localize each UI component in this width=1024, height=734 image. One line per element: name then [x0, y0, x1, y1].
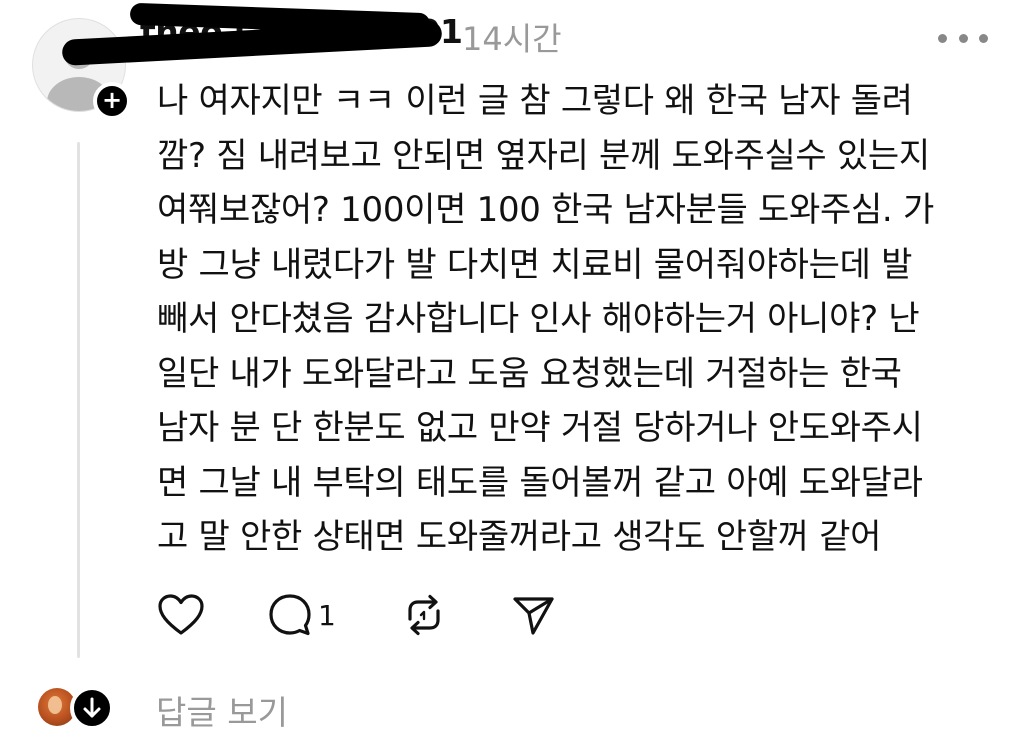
follow-button[interactable]: +: [93, 82, 131, 120]
post-text-line: 여쭤보잖어? 100이면 100 한국 남자분들 도와주심. 가: [157, 190, 934, 230]
thread-line: [77, 142, 80, 658]
plus-icon: +: [101, 86, 123, 114]
post-text-line: 방 그냥 내렸다가 발 다치면 치료비 물어줘야하는데 발: [157, 244, 913, 285]
post-timestamp: 14시간: [462, 20, 562, 58]
share-button[interactable]: [512, 592, 556, 638]
post-text-line: 깜? 짐 내려보고 안되면 옆자리 분께 도와주실수 있는지: [157, 135, 930, 176]
arrow-down-icon: [83, 697, 101, 718]
repost-icon: [408, 594, 440, 636]
reply-count: 1: [318, 598, 336, 632]
heart-icon: [158, 594, 204, 635]
post-text: 나 여자지만 ㅋㅋ 이런 글 참 그렇다 왜 한국 남자 돌려 깜? 짐 내려보…: [157, 74, 997, 565]
reply-button[interactable]: 1: [268, 592, 336, 638]
like-button[interactable]: [158, 592, 204, 638]
repost-button[interactable]: [402, 592, 446, 638]
post-text-line: 일단 내가 도와달라고 도움 요청했는데 거절하는 한국: [157, 353, 902, 394]
post-text-line: 고 말 안한 상태면 도와줄꺼라고 생각도 안할꺼 같어: [157, 517, 882, 557]
send-icon: [513, 597, 554, 635]
post-text-line: 빼서 안다쳤음 감사합니다 인사 해야하는거 아니야? 난: [157, 299, 920, 339]
expand-replies-button[interactable]: [70, 686, 114, 730]
comment-icon: [269, 594, 311, 636]
view-replies-link[interactable]: 답글 보기: [156, 686, 288, 734]
post-text-line: 나 여자지만 ㅋㅋ 이런 글 참 그렇다 왜 한국 남자 돌려: [157, 81, 913, 121]
post-text-line: 남자 분 단 한분도 없고 만약 거절 당하거나 안도와주시: [157, 408, 923, 448]
post-text-line: 면 그날 내 부탁의 태도를 돌어볼꺼 같고 아예 도와달라: [157, 462, 923, 503]
more-options-icon[interactable]: [938, 18, 988, 58]
